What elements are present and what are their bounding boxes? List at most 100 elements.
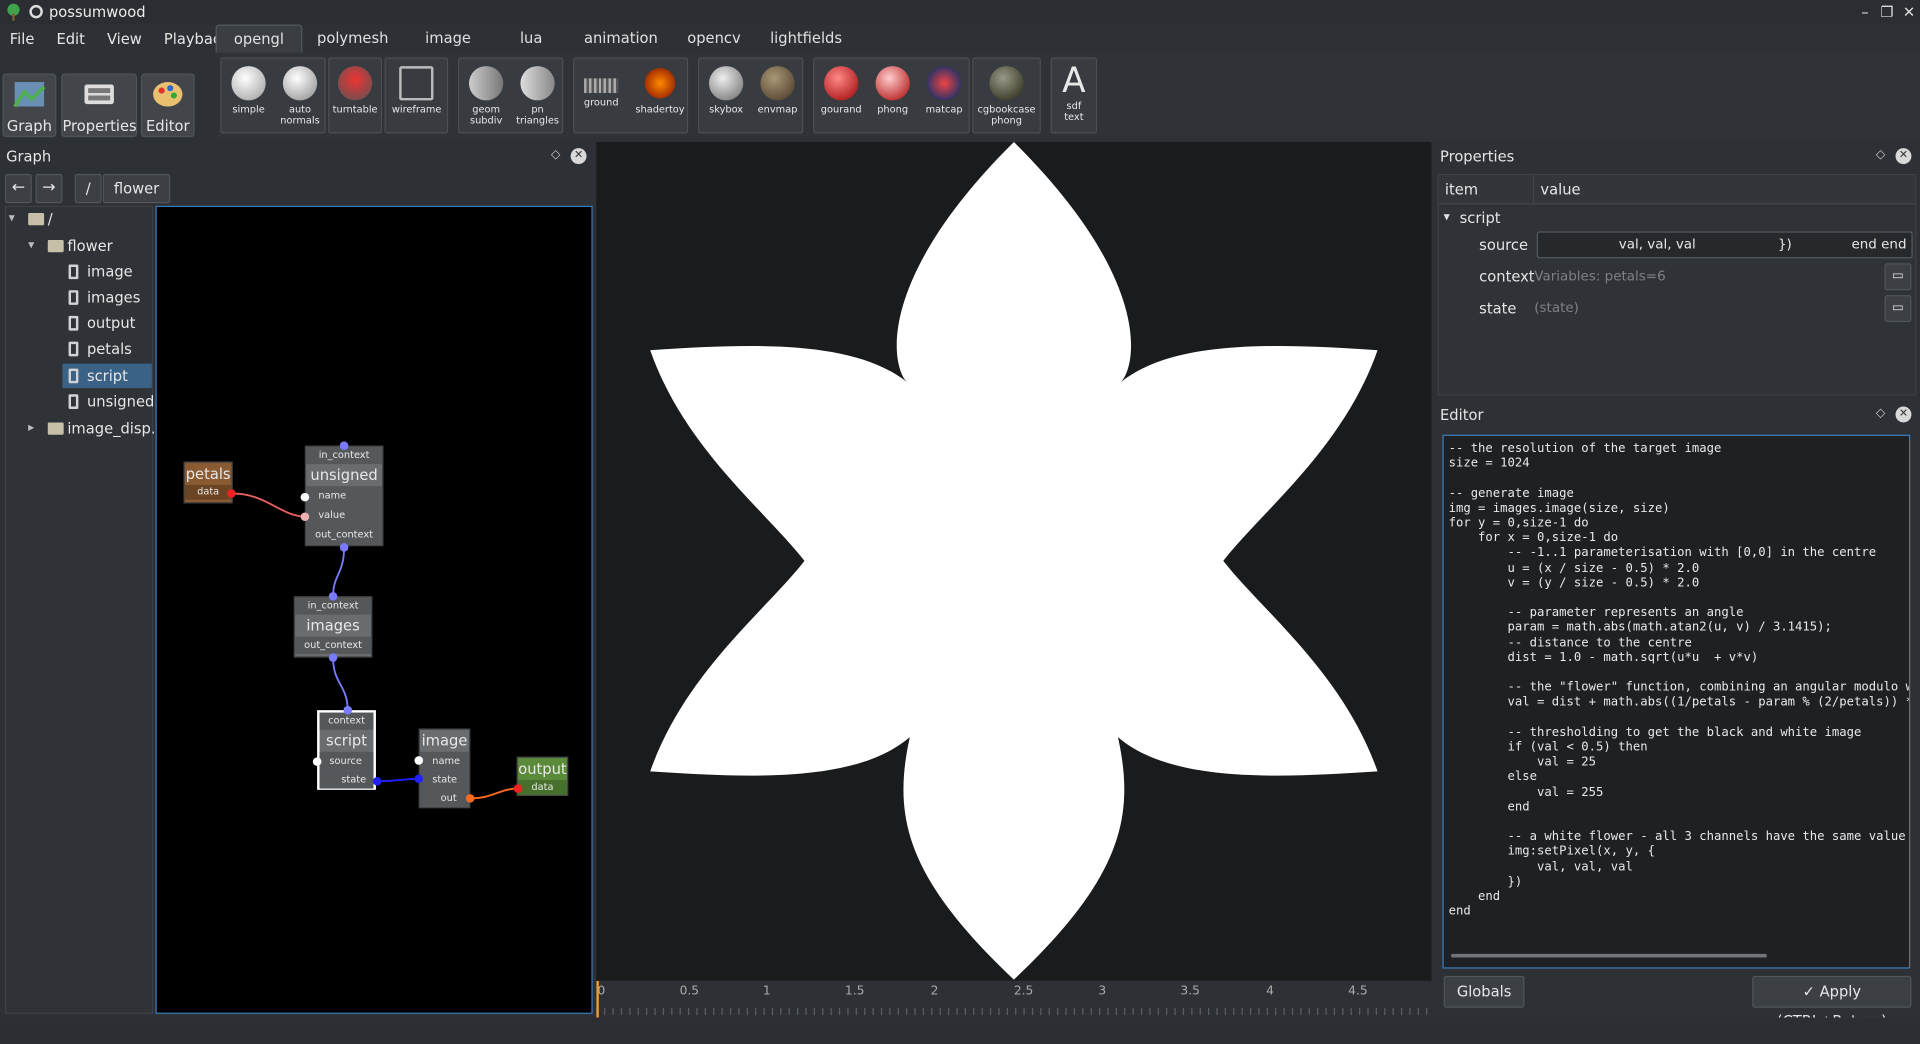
teapot-icon xyxy=(760,66,795,101)
tree-item-script[interactable]: script xyxy=(62,363,152,389)
tab-lightfields[interactable]: lightfields xyxy=(755,24,856,52)
tab-image[interactable]: image xyxy=(403,24,493,52)
node-icon xyxy=(68,290,79,305)
geom-subdiv-tool[interactable]: geom subdiv xyxy=(462,59,511,132)
tree-item-flower[interactable]: ▾ flower xyxy=(6,234,152,258)
forward-button[interactable]: → xyxy=(35,173,63,204)
property-row-context: context Variables: petals=6 ▭ xyxy=(1439,261,1915,293)
source-value-field[interactable]: val, val, val }) end end xyxy=(1536,231,1913,259)
tab-polymesh[interactable]: polymesh xyxy=(302,24,403,52)
skybox-tool[interactable]: skybox xyxy=(702,59,751,132)
editor-mode-button[interactable]: Editor xyxy=(140,73,195,138)
auto-normals-tool[interactable]: auto normals xyxy=(276,59,325,132)
skybox-sphere-icon xyxy=(708,66,744,101)
pin-icon[interactable] xyxy=(29,4,43,19)
chevron-down-icon[interactable]: ▾ xyxy=(28,234,40,258)
pn-triangles-tool[interactable]: pn triangles xyxy=(513,59,562,132)
tab-opengl[interactable]: opengl xyxy=(215,24,303,53)
3d-viewport[interactable] xyxy=(596,142,1432,981)
tree-item-output[interactable]: output xyxy=(6,311,152,335)
opengl-toolbar: simple auto normals turntable wireframe … xyxy=(217,52,1920,139)
figure-icon xyxy=(926,66,962,101)
possumwood-logo-icon xyxy=(7,3,20,21)
tick-label: 3.5 xyxy=(1180,984,1200,998)
globals-button[interactable]: Globals xyxy=(1443,975,1525,1008)
simple-tool[interactable]: simple xyxy=(224,59,273,132)
maximize-button[interactable]: ❐ xyxy=(1876,0,1898,24)
tree-item-image[interactable]: image xyxy=(6,260,152,284)
properties-table: item value ▾ script source val, val, val… xyxy=(1437,173,1917,396)
edit-context-button[interactable]: ▭ xyxy=(1884,263,1912,291)
menu-file[interactable]: File xyxy=(10,31,35,48)
window-title: possumwood xyxy=(48,3,146,21)
node-graph-canvas[interactable]: petals data in_context unsigned name val… xyxy=(155,205,593,1014)
back-button[interactable]: ← xyxy=(4,173,32,204)
toolbar-tabs: opengl polymesh image lua animation open… xyxy=(215,24,857,53)
gourand-tool[interactable]: gourand xyxy=(817,59,866,132)
tick-label: 0.5 xyxy=(679,984,700,998)
menu-view[interactable]: View xyxy=(107,31,142,48)
minimize-button[interactable]: – xyxy=(1854,0,1876,24)
code-text[interactable]: -- the resolution of the target image si… xyxy=(1444,436,1909,926)
title-bar: possumwood – ❐ ✕ xyxy=(0,0,1920,25)
tree-item-petals[interactable]: petals xyxy=(6,337,152,361)
tab-lua[interactable]: lua xyxy=(493,24,569,52)
horizontal-scrollbar[interactable] xyxy=(1451,953,1767,958)
breadcrumb-root[interactable]: / xyxy=(74,173,102,204)
cone-icon xyxy=(468,66,504,101)
float-panel-icon[interactable]: ◇ xyxy=(1876,407,1885,420)
toolbar-group-basic: simple auto normals xyxy=(220,57,326,134)
column-header-value: value xyxy=(1534,175,1916,205)
property-row-source: source val, val, val }) end end xyxy=(1439,229,1915,261)
teapot-icon xyxy=(875,66,910,101)
menu-edit[interactable]: Edit xyxy=(56,31,84,48)
tree-item-unsigned[interactable]: unsigned xyxy=(6,389,154,413)
edit-state-button[interactable]: ▭ xyxy=(1884,295,1912,323)
tree-item-root[interactable]: ▾ / xyxy=(6,207,152,231)
tick-label: 2 xyxy=(930,984,939,998)
timeline[interactable]: 0 0.5 1 1.5 2 2.5 3 3.5 4 4.5 xyxy=(596,980,1432,1018)
properties-mode-button[interactable]: Properties xyxy=(61,73,138,138)
tick-label: 1.5 xyxy=(844,984,865,998)
float-panel-icon[interactable]: ◇ xyxy=(551,148,560,161)
node-icon xyxy=(68,368,79,384)
flower-image xyxy=(650,142,1378,980)
chevron-right-icon[interactable]: ▸ xyxy=(28,416,40,440)
cgbookcase-phong-tool[interactable]: cgbookcase phong xyxy=(976,59,1037,132)
menu-bar: File Edit View Playback xyxy=(0,24,230,53)
turntable-tool[interactable]: turntable xyxy=(331,59,380,132)
shadertoy-tool[interactable]: shadertoy xyxy=(633,59,687,132)
code-editor[interactable]: -- the resolution of the target image si… xyxy=(1442,434,1911,969)
wireframe-tool[interactable]: wireframe xyxy=(392,59,441,132)
tab-animation[interactable]: animation xyxy=(569,24,672,52)
apply-button[interactable]: ✓ Apply (CTRL+Return) xyxy=(1752,975,1912,1030)
sdf-text-tool[interactable]: Asdf text xyxy=(1051,59,1098,132)
tree-item-image-display[interactable]: ▸ image_disp... xyxy=(6,416,165,440)
properties-panel-title: Properties xyxy=(1440,148,1515,166)
envmap-tool[interactable]: envmap xyxy=(753,59,802,132)
letter-a-icon: A xyxy=(1062,60,1086,101)
cone-icon xyxy=(520,66,555,101)
close-panel-icon[interactable]: ✕ xyxy=(570,148,587,165)
matcap-tool[interactable]: matcap xyxy=(920,59,969,132)
node-icon xyxy=(68,315,79,331)
close-panel-icon[interactable]: ✕ xyxy=(1895,148,1912,165)
tick-label: 1 xyxy=(762,984,771,998)
ground-tool[interactable]: ground xyxy=(577,59,626,132)
chevron-down-icon[interactable]: ▾ xyxy=(9,207,21,231)
tick-label: 4.5 xyxy=(1348,984,1368,998)
graph-mode-button[interactable]: Graph xyxy=(2,73,57,138)
column-header-item: item xyxy=(1438,175,1535,205)
tree-item-images[interactable]: images xyxy=(6,285,152,309)
close-panel-icon[interactable]: ✕ xyxy=(1895,406,1912,423)
float-panel-icon[interactable]: ◇ xyxy=(1876,148,1885,161)
toolbar-group-ground: ground shadertoy xyxy=(573,57,689,134)
teapot-icon xyxy=(282,66,318,101)
graph-ports xyxy=(227,441,523,803)
phong-tool[interactable]: phong xyxy=(868,59,917,132)
graph-navigation: ← → / flower xyxy=(4,173,593,204)
folder-icon xyxy=(47,422,64,435)
breadcrumb-flower[interactable]: flower xyxy=(102,173,171,204)
tab-opencv[interactable]: opencv xyxy=(673,24,756,52)
close-window-button[interactable]: ✕ xyxy=(1898,0,1920,24)
